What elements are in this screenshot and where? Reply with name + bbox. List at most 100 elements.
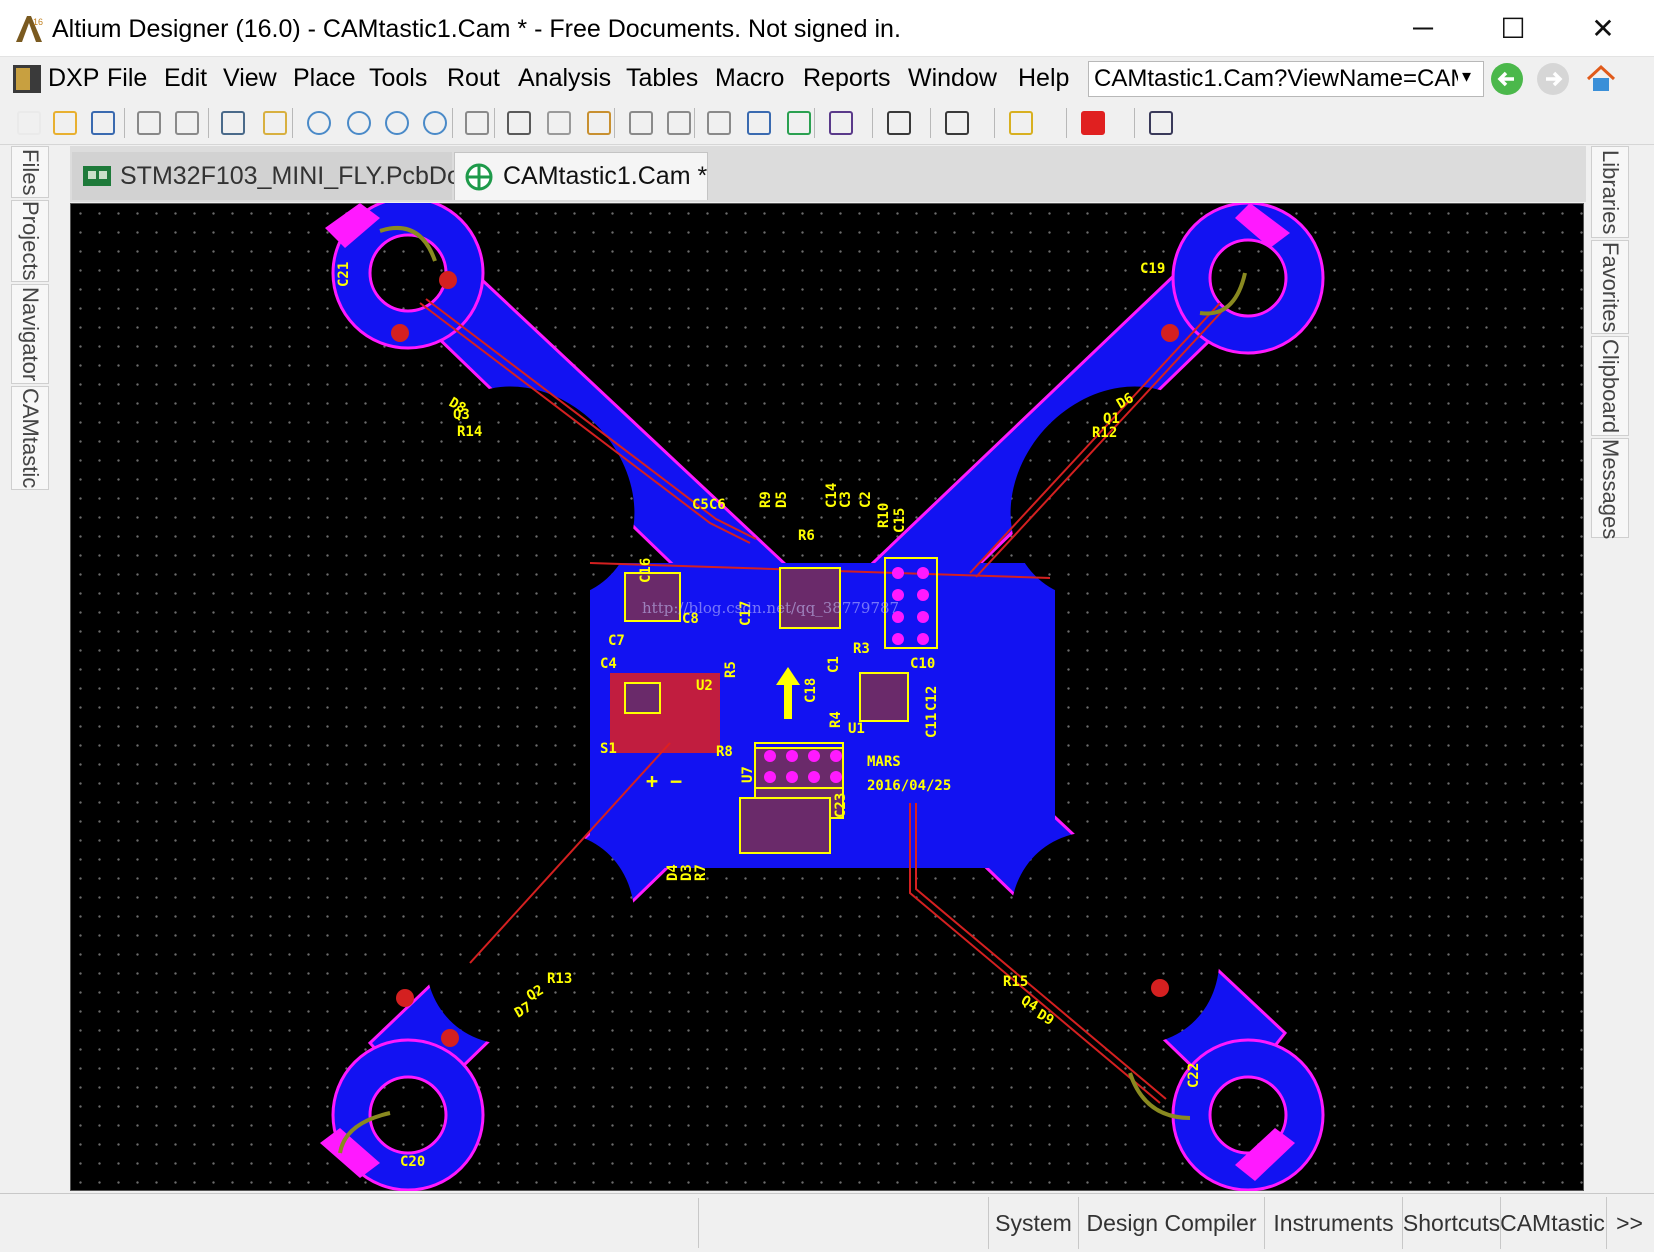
- undo-icon[interactable]: [622, 104, 660, 142]
- panel-tab-favorites[interactable]: Favorites: [1591, 240, 1629, 334]
- cut-icon[interactable]: [500, 104, 538, 142]
- panel-tab-camtastic[interactable]: CAMtastic: [11, 386, 49, 490]
- copy-icon[interactable]: [540, 104, 578, 142]
- menu-edit[interactable]: Edit: [164, 63, 207, 93]
- home-icon[interactable]: [1584, 62, 1618, 96]
- zoom-in-icon[interactable]: [300, 104, 338, 142]
- layers-icon[interactable]: [256, 104, 294, 142]
- panel-tab-messages[interactable]: Messages: [1591, 438, 1629, 539]
- zoom-area-icon[interactable]: [416, 104, 454, 142]
- status-more-button[interactable]: >>: [1606, 1197, 1652, 1249]
- status-divider: [698, 1198, 699, 1248]
- forward-icon[interactable]: [1536, 62, 1570, 96]
- menu-file[interactable]: File: [107, 63, 147, 93]
- status-shortcuts-button[interactable]: Shortcuts: [1402, 1197, 1500, 1249]
- probe-icon[interactable]: [1002, 104, 1040, 142]
- status-design-compiler-button[interactable]: Design Compiler: [1078, 1197, 1264, 1249]
- tab-pcbdoc[interactable]: STM32F103_MINI_FLY.PcbDoc: [72, 152, 473, 200]
- print-icon[interactable]: [130, 104, 168, 142]
- zoom-out-icon[interactable]: [340, 104, 378, 142]
- dxp-icon[interactable]: [12, 64, 42, 94]
- zoom-fit-icon[interactable]: [378, 104, 416, 142]
- label-q4: Q4: [1018, 993, 1041, 1015]
- zoom-in-icon-glyph: [307, 111, 331, 135]
- label-u2: U2: [696, 678, 713, 694]
- save-icon[interactable]: [84, 104, 122, 142]
- select-hand-icon[interactable]: [700, 104, 738, 142]
- label-r14: R14: [457, 424, 482, 440]
- label-r12: R12: [1092, 425, 1117, 441]
- window-title: Altium Designer (16.0) - CAMtastic1.Cam …: [52, 15, 901, 43]
- save-icon-glyph: [91, 111, 115, 135]
- status-camtastic-button[interactable]: CAMtastic: [1500, 1197, 1605, 1249]
- line-tool-icon-glyph: [887, 111, 911, 135]
- netlist-icon[interactable]: [780, 104, 818, 142]
- menu-reports[interactable]: Reports: [803, 63, 891, 93]
- left-panel: Files Projects Navigator CAMtastic: [8, 146, 52, 1190]
- box-tool-icon[interactable]: [938, 104, 976, 142]
- maximize-button[interactable]: ☐: [1478, 0, 1548, 56]
- menu-rout[interactable]: Rout: [447, 63, 500, 93]
- redo-icon-glyph: [667, 111, 691, 135]
- probe-icon-glyph: [1009, 111, 1033, 135]
- tab-camtastic-label: CAMtastic1.Cam *: [503, 162, 708, 190]
- panel-tab-projects[interactable]: Projects: [11, 200, 49, 282]
- pan-hand-icon-glyph: [465, 111, 489, 135]
- pcb-doc-icon: [83, 166, 111, 186]
- status-system-button[interactable]: System: [988, 1197, 1078, 1249]
- new-document-icon[interactable]: [10, 104, 48, 142]
- redo-icon[interactable]: [660, 104, 698, 142]
- arc-tool-icon[interactable]: [822, 104, 860, 142]
- chip-icon[interactable]: [214, 104, 252, 142]
- label-r3: R3: [853, 641, 870, 657]
- label-c5c6: C5C6: [692, 497, 726, 513]
- menu-help[interactable]: Help: [1018, 63, 1069, 93]
- panel-tab-files[interactable]: Files: [11, 146, 49, 198]
- paste-icon[interactable]: [580, 104, 618, 142]
- menu-tools[interactable]: Tools: [369, 63, 427, 93]
- open-folder-icon[interactable]: [46, 104, 84, 142]
- status-instruments-button[interactable]: Instruments: [1264, 1197, 1402, 1249]
- label-c1: C1: [826, 656, 842, 673]
- minimize-button[interactable]: ─: [1388, 0, 1458, 56]
- tab-camtastic[interactable]: CAMtastic1.Cam *: [454, 152, 708, 200]
- label-u1: U1: [848, 721, 865, 737]
- menu-window[interactable]: Window: [908, 63, 997, 93]
- label-plus: +: [646, 769, 658, 793]
- print-preview-icon-glyph: [175, 111, 199, 135]
- menu-analysis[interactable]: Analysis: [518, 63, 611, 93]
- toolbar-separator: [814, 108, 815, 138]
- zoom-out-icon-glyph: [347, 111, 371, 135]
- label-d9: D9: [1034, 1007, 1057, 1029]
- menu-view[interactable]: View: [223, 63, 277, 93]
- print-preview-icon[interactable]: [168, 104, 206, 142]
- menu-macro[interactable]: Macro: [715, 63, 784, 93]
- pan-hand-icon[interactable]: [458, 104, 496, 142]
- address-dropdown-icon[interactable]: ▾: [1462, 66, 1471, 87]
- copy-icon-glyph: [547, 111, 571, 135]
- panel-tab-navigator[interactable]: Navigator: [11, 284, 49, 384]
- paste-icon-glyph: [587, 111, 611, 135]
- back-icon[interactable]: [1490, 62, 1524, 96]
- menu-dxp[interactable]: DXP: [48, 63, 99, 93]
- layer-color-icon[interactable]: [1074, 104, 1112, 142]
- pcb-view[interactable]: C21 C19 C20 C22 D8 Q3 R14 D6 Q1 R12 R13 …: [70, 203, 1584, 1191]
- measure-icon[interactable]: [740, 104, 778, 142]
- menu-place[interactable]: Place: [293, 63, 356, 93]
- line-tool-icon[interactable]: [880, 104, 918, 142]
- panel-tab-libraries[interactable]: Libraries: [1591, 146, 1629, 238]
- label-c21: C21: [336, 262, 352, 287]
- address-text[interactable]: CAMtastic1.Cam?ViewName=CAM: [1094, 64, 1458, 94]
- menu-tables[interactable]: Tables: [626, 63, 698, 93]
- label-c15: C15: [892, 508, 908, 533]
- panel-tab-clipboard[interactable]: Clipboard: [1591, 336, 1629, 436]
- grid-icon-glyph: [1149, 111, 1173, 135]
- cut-icon-glyph: [507, 111, 531, 135]
- toolbar-separator: [124, 108, 125, 138]
- select-hand-icon-glyph: [707, 111, 731, 135]
- grid-icon[interactable]: [1142, 104, 1180, 142]
- label-c23: C23: [833, 793, 849, 818]
- new-document-icon-glyph: [17, 111, 41, 135]
- label-c3: C3: [838, 491, 854, 508]
- close-button[interactable]: ✕: [1568, 0, 1638, 56]
